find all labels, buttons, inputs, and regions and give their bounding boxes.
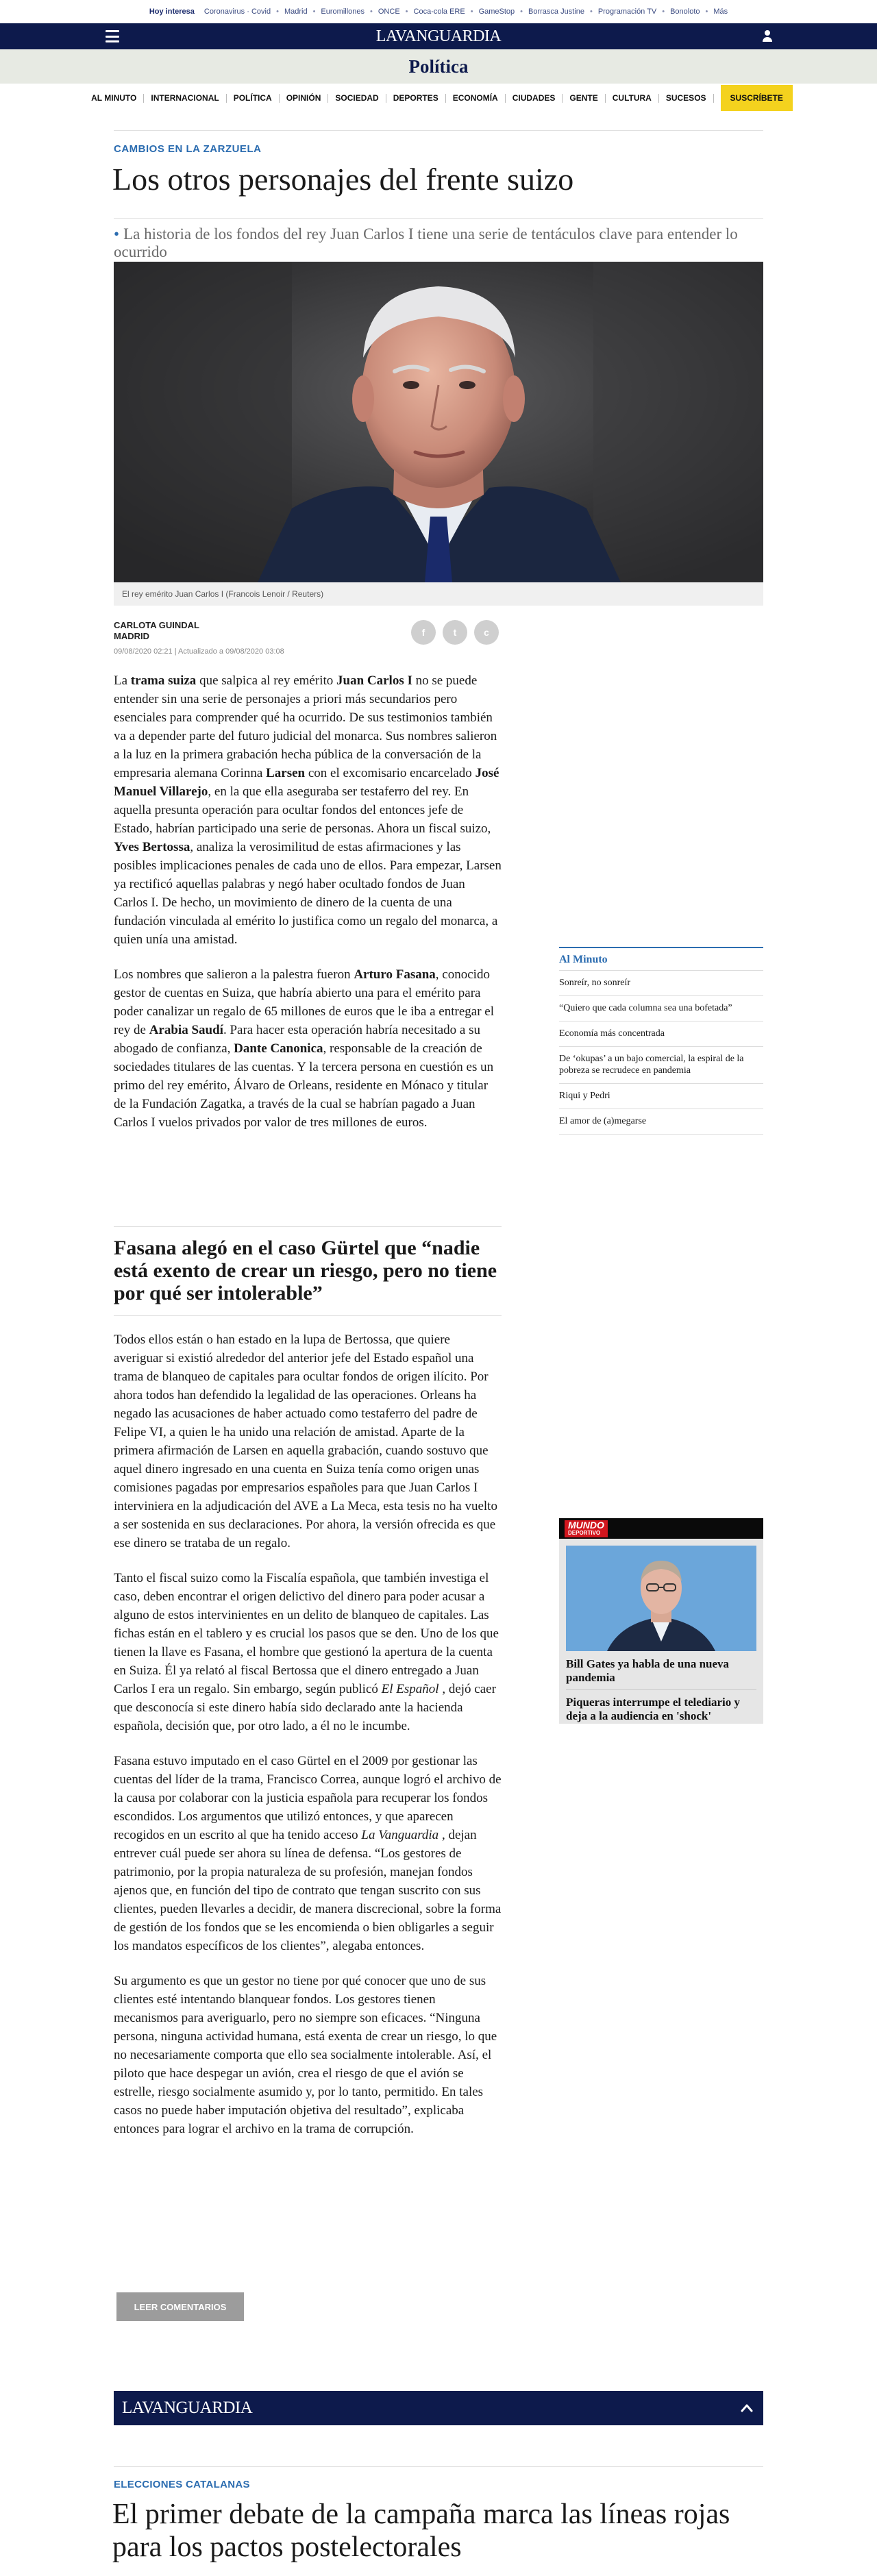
widget-header: MUNDO DEPORTIVO xyxy=(559,1518,763,1539)
paragraph: Los nombres que salieron a la palestra f… xyxy=(114,967,494,1130)
trending-link[interactable]: ONCE xyxy=(378,8,400,16)
deck-text: La historia de los fondos del rey Juan C… xyxy=(114,225,738,260)
portrait-illustration xyxy=(114,262,763,582)
al-minuto-item[interactable]: El amor de (a)megarse xyxy=(559,1109,763,1135)
byline: CARLOTA GUINDAL MADRID xyxy=(114,620,199,642)
section-nav: AL MINUTO INTERNACIONAL POLÍTICA OPINIÓN SOC… xyxy=(0,84,877,112)
separator: • xyxy=(405,8,408,16)
nav-item[interactable]: AL MINUTO xyxy=(84,93,145,103)
menu-icon[interactable] xyxy=(106,30,119,42)
read-comments-button[interactable]: LEER COMENTARIOS xyxy=(116,2292,244,2321)
separator: • xyxy=(276,8,279,16)
news-headline-1[interactable]: Bill Gates ya habla de una nueva pandemi… xyxy=(566,1657,756,1685)
paragraph: Todos ellos están o han estado en la lup… xyxy=(114,1333,497,1550)
trending-link[interactable]: Borrasca Justine xyxy=(528,8,584,16)
separator: • xyxy=(662,8,665,16)
chevron-up-icon[interactable] xyxy=(740,2401,754,2415)
nav-item[interactable]: CIUDADES xyxy=(506,93,563,103)
trending-link[interactable]: Bonoloto xyxy=(670,8,700,16)
nav-item[interactable]: POLÍTICA xyxy=(227,93,280,103)
mundo-deportivo-logo[interactable]: MUNDO DEPORTIVO xyxy=(565,1520,608,1537)
next-article-kicker[interactable]: ELECCIONES CATALANAS xyxy=(114,2479,250,2490)
trending-link[interactable]: Euromillones xyxy=(321,8,365,16)
news-thumbnail[interactable] xyxy=(566,1546,756,1651)
article-kicker[interactable]: CAMBIOS EN LA ZARZUELA xyxy=(114,143,261,155)
al-minuto-item[interactable]: “Quiero que cada columna sea una bofetad… xyxy=(559,996,763,1021)
mundo-deportivo-widget: MUNDO DEPORTIVO Bill Gates ya habla de un… xyxy=(559,1518,763,1724)
paragraph: Tanto el fiscal suizo como la Fiscalía e… xyxy=(114,1571,499,1733)
trending-link[interactable]: Coca-cola ERE xyxy=(414,8,465,16)
site-logo[interactable]: LAVANGUARDIA xyxy=(376,27,502,46)
al-minuto-item[interactable]: Sonreír, no sonreír xyxy=(559,971,763,996)
trending-link[interactable]: Más xyxy=(713,8,728,16)
photo-caption: El rey emérito Juan Carlos I (Francois L… xyxy=(114,582,763,606)
al-minuto-item[interactable]: De ‘okupas’ a un bajo comercial, la espi… xyxy=(559,1047,763,1084)
al-minuto-item[interactable]: Riqui y Pedri xyxy=(559,1084,763,1109)
section-title[interactable]: Política xyxy=(0,49,877,84)
divider xyxy=(114,130,763,131)
separator: • xyxy=(312,8,316,16)
al-minuto-widget: Al Minuto Sonreír, no sonreír “Quiero que… xyxy=(559,947,763,1135)
trending-link[interactable]: Madrid xyxy=(284,8,308,16)
article-subhead: Fasana alegó en el caso Gürtel que “nadi… xyxy=(114,1226,502,1316)
nav-item[interactable]: OPINIÓN xyxy=(280,93,329,103)
article-body-1: La trama suiza que salpica al rey emérit… xyxy=(114,671,502,1148)
twitter-share-icon[interactable]: t xyxy=(443,620,467,645)
divider xyxy=(114,2466,763,2467)
nav-item[interactable]: SOCIEDAD xyxy=(328,93,386,103)
trending-link[interactable]: GameStop xyxy=(479,8,515,16)
top-utility-bar: Hoy interesa Coronavirus · Covid • Madrid •… xyxy=(0,0,877,23)
nav-item[interactable]: SUCESOS xyxy=(659,93,714,103)
trending-label: Hoy interesa xyxy=(149,8,195,16)
separator: • xyxy=(470,8,473,16)
separator: • xyxy=(370,8,373,16)
nav-item[interactable]: INTERNACIONAL xyxy=(144,93,227,103)
publish-dates: 09/08/2020 02:21 | Actualizado a 09/08/2… xyxy=(114,647,284,656)
footer-band: LAVANGUARDIA xyxy=(114,2391,763,2425)
article-body-2: Todos ellos están o han estado en la lup… xyxy=(114,1330,502,2155)
al-minuto-heading[interactable]: Al Minuto xyxy=(559,948,763,971)
separator: • xyxy=(589,8,593,16)
separator: • xyxy=(705,8,708,16)
footer-logo[interactable]: LAVANGUARDIA xyxy=(122,2399,253,2418)
paragraph: Su argumento es que un gestor no tiene p… xyxy=(114,1974,497,2136)
article-photo xyxy=(114,262,763,582)
trending-link[interactable]: Programación TV xyxy=(598,8,656,16)
author-location: MADRID xyxy=(114,631,149,641)
user-icon[interactable] xyxy=(762,30,773,42)
subscribe-button[interactable]: SUSCRÍBETE xyxy=(720,85,793,111)
comments-icon[interactable]: c xyxy=(474,620,499,645)
news-headline-2[interactable]: Piqueras interrumpe el telediario y deja… xyxy=(566,1689,756,1723)
nav-item[interactable]: GENTE xyxy=(563,93,606,103)
facebook-share-icon[interactable]: f xyxy=(411,620,436,645)
paragraph: Fasana estuvo imputado en el caso Gürtel… xyxy=(114,1754,502,1953)
next-article-title[interactable]: El primer debate de la campaña marca las… xyxy=(112,2498,762,2564)
paragraph: La trama suiza que salpica al rey emérit… xyxy=(114,673,502,947)
main-header: LAVANGUARDIA xyxy=(0,23,877,49)
al-minuto-item[interactable]: Economía más concentrada xyxy=(559,1021,763,1047)
nav-item[interactable]: DEPORTES xyxy=(386,93,446,103)
nav-item[interactable]: CULTURA xyxy=(606,93,659,103)
nav-item[interactable]: ECONOMÍA xyxy=(446,93,506,103)
thumbnail-illustration xyxy=(566,1546,756,1651)
trending-links: Coronavirus · Covid • Madrid • Euromillones •… xyxy=(204,8,728,16)
author-name[interactable]: CARLOTA GUINDAL xyxy=(114,620,199,631)
article-title: Los otros personajes del frente suizo xyxy=(112,162,574,197)
trending-link[interactable]: Coronavirus · Covid xyxy=(204,8,271,16)
separator: • xyxy=(520,8,523,16)
